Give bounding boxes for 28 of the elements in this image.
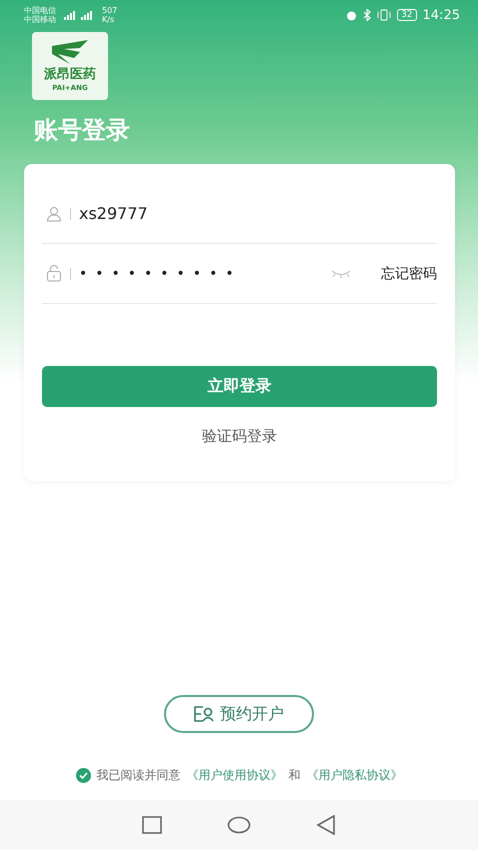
speed-unit: K/s <box>102 15 116 24</box>
battery-level: 32 <box>397 9 417 21</box>
network-speed: 507 <box>102 6 118 15</box>
back-icon[interactable] <box>316 815 336 835</box>
password-field[interactable]: •••••••••• <box>79 266 323 282</box>
id-card-icon <box>194 706 214 722</box>
recents-icon[interactable] <box>142 816 162 834</box>
vibrate-icon <box>377 9 392 21</box>
agree-checkbox[interactable] <box>76 768 90 783</box>
clock-time: 14:25 <box>422 8 460 22</box>
logo-name: 派昂医药 <box>44 66 96 83</box>
user-icon <box>46 206 62 222</box>
carrier-name: 中国电信 <box>24 6 56 15</box>
wings-icon <box>50 40 90 64</box>
page-title: 账号登录 <box>34 115 131 146</box>
lock-icon <box>46 265 62 282</box>
forgot-password-link[interactable]: 忘记密码 <box>381 264 437 282</box>
bluetooth-icon <box>363 9 372 21</box>
carrier-name: 中国移动 <box>24 15 56 24</box>
open-account-button[interactable]: 预约开户 <box>164 695 314 733</box>
privacy-policy-link[interactable]: 《用户隐私协议》 <box>306 767 402 784</box>
home-icon[interactable] <box>226 816 251 834</box>
agreement-text: 我已阅读并同意 <box>96 767 180 784</box>
check-icon <box>78 772 88 779</box>
user-agreement-link[interactable]: 《用户使用协议》 <box>186 767 282 784</box>
conjunction-text: 和 <box>288 767 300 784</box>
sms-login-link[interactable]: 验证码登录 <box>202 427 277 446</box>
username-field[interactable]: xs29777 <box>79 204 437 223</box>
